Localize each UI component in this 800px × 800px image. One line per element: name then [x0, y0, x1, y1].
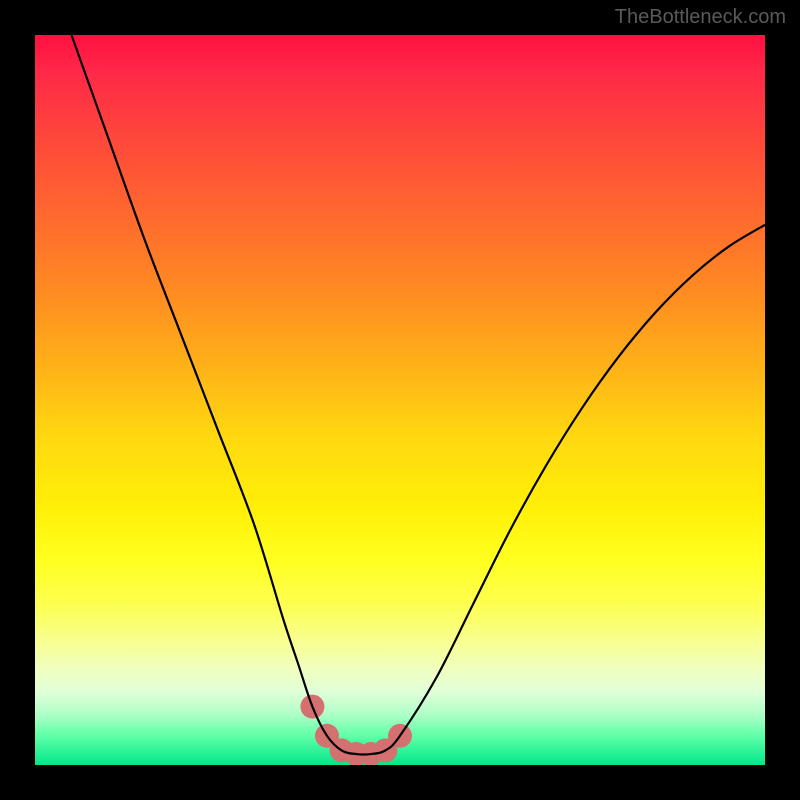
- curve-svg: [35, 35, 765, 765]
- bottleneck-curve-path: [72, 35, 766, 755]
- watermark-text: TheBottleneck.com: [615, 6, 786, 29]
- plot-area: [35, 35, 765, 765]
